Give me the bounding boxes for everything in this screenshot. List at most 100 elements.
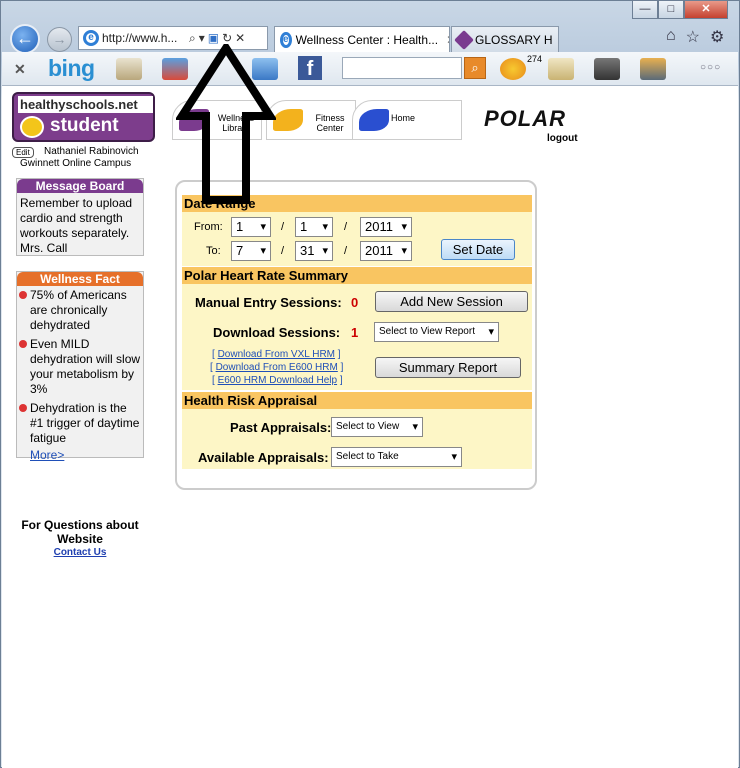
bing-logo[interactable]: bing: [48, 55, 95, 82]
fact-text: Even MILD dehydration will slow your met…: [30, 337, 141, 396]
close-toolbar-icon[interactable]: ✕: [14, 61, 26, 78]
dropdown-icon[interactable]: ▾: [199, 31, 205, 45]
stop-icon[interactable]: ✕: [235, 31, 245, 45]
address-url[interactable]: http://www.h...: [102, 31, 186, 45]
download-sessions-count: 1: [351, 325, 359, 340]
message-board-title: Message Board: [17, 179, 143, 193]
forward-button[interactable]: →: [47, 27, 72, 52]
weather-count: 274: [527, 54, 543, 64]
logout-link[interactable]: logout: [547, 133, 578, 144]
ie-tab-icon: e: [280, 31, 292, 48]
available-appraisals-select[interactable]: Select to Take: [331, 447, 462, 467]
more-link[interactable]: More>: [17, 448, 143, 462]
slash: /: [344, 221, 348, 233]
maximize-button[interactable]: □: [658, 0, 684, 19]
games-icon[interactable]: [640, 58, 666, 80]
to-label: To:: [206, 245, 221, 257]
from-month-select[interactable]: 1: [231, 217, 271, 237]
wellness-fact: Wellness Fact 75% of Americans are chron…: [16, 271, 144, 462]
contact-us-link[interactable]: Contact Us: [20, 547, 140, 558]
nav-home[interactable]: Home: [352, 100, 462, 140]
movies-icon[interactable]: [594, 58, 620, 80]
window-controls: — □ ✕: [632, 0, 728, 20]
to-month-select[interactable]: 7: [231, 241, 271, 261]
back-button[interactable]: ←: [10, 24, 40, 54]
home-swoosh-icon: [359, 109, 389, 131]
ie-page-icon: e: [83, 30, 99, 46]
summary-report-button[interactable]: Summary Report: [375, 357, 521, 378]
edit-button[interactable]: Edit: [12, 147, 34, 158]
tab-label: GLOSSARY H: [475, 32, 553, 47]
download-sessions-label: Download Sessions:: [213, 325, 341, 340]
nav-label: Fitness Center: [315, 113, 345, 133]
fact-item: Even MILD dehydration will slow your met…: [17, 335, 143, 399]
tab-label: Wellness Center : Health...: [295, 32, 439, 47]
slash: /: [281, 245, 285, 257]
e600-link-text[interactable]: Download From E600 HRM: [216, 362, 338, 373]
logo-text: healthyschools.net: [18, 96, 153, 113]
view-report-select[interactable]: Select to View Report: [374, 322, 499, 342]
e600-help-link[interactable]: [ E600 HRM Download Help ]: [212, 375, 343, 386]
minimize-button[interactable]: —: [632, 0, 658, 19]
news-icon[interactable]: [116, 58, 142, 80]
refresh-icon[interactable]: ↻: [222, 31, 232, 45]
message-board-text: Remember to upload cardio and strength w…: [20, 196, 133, 255]
message-board: Message Board Remember to upload cardio …: [16, 178, 144, 256]
to-year-select[interactable]: 2011: [360, 241, 412, 261]
compatibility-icon[interactable]: ▣: [208, 31, 219, 45]
fact-item: Dehydration is the #1 trigger of daytime…: [17, 399, 143, 448]
help-link-text[interactable]: E600 HRM Download Help: [218, 375, 338, 386]
bullet-icon: [19, 340, 27, 348]
to-day-select[interactable]: 31: [295, 241, 333, 261]
fact-text: 75% of Americans are chronically dehydra…: [30, 288, 127, 332]
more-options-icon[interactable]: ○○○: [700, 62, 721, 73]
bing-search-button[interactable]: ⌕: [464, 57, 486, 79]
slash: /: [281, 221, 285, 233]
nav-label: Home: [391, 113, 416, 123]
favorites-icon[interactable]: ☆: [686, 27, 700, 47]
vxl-download-link[interactable]: [ Download From VXL HRM ]: [212, 349, 341, 360]
summary-header: Polar Heart Rate Summary: [182, 267, 532, 284]
questions-text: For Questions about Website: [21, 518, 139, 546]
bing-search-input[interactable]: [342, 57, 462, 79]
manual-sessions-label: Manual Entry Sessions:: [195, 295, 342, 310]
past-appraisals-label: Past Appraisals:: [230, 420, 332, 435]
stocks-icon[interactable]: [548, 58, 574, 80]
glossary-tab-icon: [454, 29, 474, 50]
facebook-icon[interactable]: f: [298, 56, 322, 80]
bullet-icon: [19, 404, 27, 412]
nav-fitness-center[interactable]: Fitness Center: [266, 100, 356, 140]
healthyschools-logo[interactable]: healthyschools.net student: [12, 92, 155, 142]
user-name: Nathaniel Rabinovich: [44, 146, 139, 157]
e600-download-link[interactable]: [ Download From E600 HRM ]: [210, 362, 343, 373]
polar-logo: POLAR: [484, 106, 566, 131]
add-session-button[interactable]: Add New Session: [375, 291, 528, 312]
set-date-button[interactable]: Set Date: [441, 239, 515, 260]
manual-sessions-count: 0: [351, 295, 359, 310]
settings-gear-icon[interactable]: ⚙: [710, 27, 724, 47]
available-appraisals-label: Available Appraisals:: [198, 450, 329, 465]
slash: /: [344, 245, 348, 257]
browser-tools: ⌂ ☆ ⚙: [666, 27, 724, 47]
vxl-link-text[interactable]: Download From VXL HRM: [218, 349, 335, 360]
from-year-select[interactable]: 2011: [360, 217, 412, 237]
risk-header: Health Risk Appraisal: [182, 392, 532, 409]
tab-wellness-center[interactable]: e Wellness Center : Health... ✕: [274, 26, 450, 52]
up-arrow-annotation: [176, 44, 276, 204]
bullet-icon: [19, 291, 27, 299]
close-window-button[interactable]: ✕: [684, 0, 728, 19]
weather-icon[interactable]: [500, 58, 526, 80]
logo-student: student: [50, 115, 119, 136]
past-appraisals-select[interactable]: Select to View: [331, 417, 423, 437]
tab-glossary[interactable]: GLOSSARY H: [451, 26, 559, 52]
fact-item: 75% of Americans are chronically dehydra…: [17, 286, 143, 335]
fact-text: Dehydration is the #1 trigger of daytime…: [30, 401, 140, 445]
fitness-swoosh-icon: [273, 109, 303, 131]
wellness-fact-title: Wellness Fact: [17, 272, 143, 286]
close-tab-icon[interactable]: ✕: [446, 33, 449, 47]
from-day-select[interactable]: 1: [295, 217, 333, 237]
logo-disc-icon: [20, 116, 44, 138]
campus-name: Gwinnett Online Campus: [20, 158, 132, 169]
from-label: From:: [194, 221, 223, 233]
home-icon[interactable]: ⌂: [666, 27, 676, 47]
